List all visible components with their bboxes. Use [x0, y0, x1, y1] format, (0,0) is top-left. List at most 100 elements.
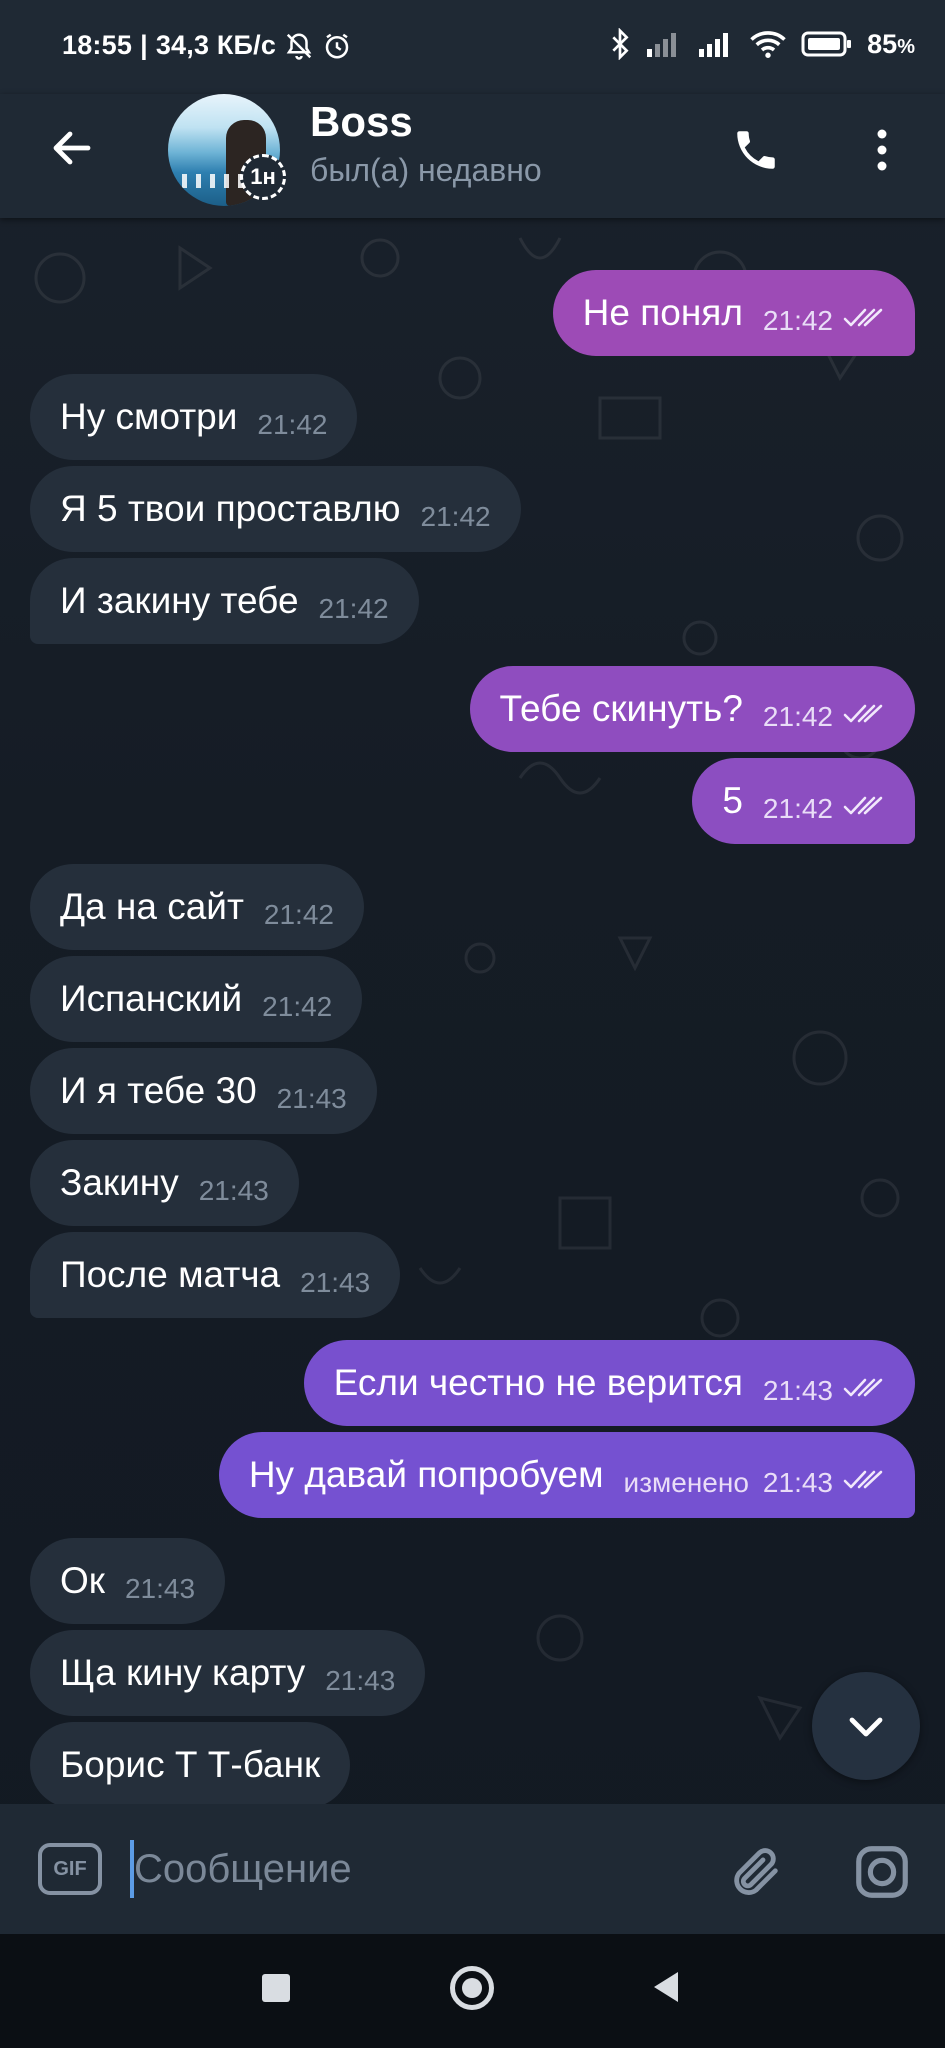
- double-check-icon: [841, 793, 885, 825]
- message-meta: 21:42: [763, 305, 885, 337]
- status-left: 18:55 | 34,3 КБ/с: [62, 30, 352, 61]
- arrow-left-icon: [53, 131, 91, 165]
- auto-delete-timer-badge: 1н: [240, 154, 286, 200]
- outgoing-message[interactable]: Если честно не верится 21:43: [303, 1340, 915, 1426]
- message-text: Тебе скинуть?: [499, 688, 743, 729]
- alarm-icon: [325, 33, 349, 58]
- message-text: Не понял: [582, 292, 743, 333]
- chat-header: 1н Boss был(а) недавно: [0, 94, 945, 218]
- bluetooth-icon: [612, 28, 629, 60]
- double-check-icon: [841, 305, 885, 337]
- message-text: И закину тебе: [60, 580, 299, 621]
- signal-2-icon: [699, 33, 729, 57]
- message-meta: 21:43: [125, 1573, 195, 1605]
- edited-label: изменено: [623, 1467, 749, 1498]
- call-button[interactable]: [722, 116, 790, 184]
- system-navigation-bar: [0, 1934, 945, 2048]
- message-text: Ну смотри: [60, 396, 238, 437]
- attach-button[interactable]: [722, 1838, 790, 1906]
- scroll-down-button[interactable]: [812, 1672, 920, 1780]
- message-time: 21:43: [762, 1375, 833, 1406]
- status-bar: 18:55 | 34,3 КБ/с 85%: [0, 0, 945, 94]
- battery-icon: [801, 31, 852, 57]
- outgoing-message[interactable]: 5 21:42: [692, 758, 915, 844]
- message-text: Я 5 твои проставлю: [60, 488, 401, 529]
- message-text: Да на сайт: [60, 886, 244, 927]
- dots-vertical-icon: [877, 129, 887, 171]
- message-time: 21:42: [318, 593, 389, 624]
- message-time: 21:43: [762, 1467, 833, 1498]
- message-meta: 21:42: [257, 409, 327, 441]
- message-text: Закину: [60, 1162, 179, 1203]
- status-right: 85%: [609, 28, 915, 60]
- outgoing-message[interactable]: Не понял 21:42: [552, 270, 915, 356]
- message-meta: 21:42: [319, 593, 389, 625]
- message-list[interactable]: Ну чё21:42Не понял21:42Ну смотри21:42Я 5…: [0, 218, 945, 1804]
- message-input[interactable]: [130, 1832, 694, 1906]
- home-dot: [462, 1978, 482, 1998]
- more-menu-button[interactable]: [856, 116, 908, 184]
- text-caret: [130, 1840, 134, 1898]
- message-text: И я тебе 30: [60, 1070, 257, 1111]
- outgoing-message[interactable]: Тебе скинуть? 21:42: [469, 666, 915, 752]
- incoming-message[interactable]: Закину 21:43: [30, 1140, 299, 1226]
- message-text: 5: [722, 780, 743, 821]
- message-text: Испанский: [60, 978, 243, 1019]
- incoming-message[interactable]: И я тебе 30 21:43: [30, 1048, 377, 1134]
- paperclip-icon: [734, 1848, 778, 1895]
- incoming-message[interactable]: Испанский 21:42: [30, 956, 363, 1042]
- recent-apps-button[interactable]: [262, 1974, 290, 2002]
- message-text: Ну давай попробуем: [248, 1454, 604, 1495]
- message-meta: 21:42: [763, 793, 885, 825]
- message-text: Ок: [60, 1560, 105, 1601]
- incoming-message[interactable]: Да на сайт 21:42: [30, 864, 364, 950]
- nav-back-button[interactable]: [650, 1970, 680, 2004]
- status-network-speed: 34,3 КБ/с: [155, 30, 277, 60]
- incoming-message[interactable]: Ок 21:43: [30, 1538, 226, 1624]
- incoming-message[interactable]: Борис Т Т-банк: [30, 1722, 351, 1804]
- phone-icon: [737, 131, 775, 169]
- back-button[interactable]: [40, 116, 104, 180]
- message-meta: изменено 21:43: [624, 1467, 885, 1499]
- double-check-icon: [841, 1467, 885, 1499]
- message-time: 21:43: [276, 1083, 347, 1114]
- home-button[interactable]: [450, 1966, 494, 2010]
- message-meta: 21:42: [262, 991, 332, 1023]
- incoming-message[interactable]: И закину тебе 21:42: [30, 558, 419, 644]
- double-check-icon: [841, 1375, 885, 1407]
- message-meta: 21:42: [264, 899, 334, 931]
- message-text: Борис Т Т-банк: [60, 1744, 321, 1785]
- incoming-message[interactable]: Ща кину карту 21:43: [30, 1630, 426, 1716]
- incoming-message[interactable]: Ну смотри 21:42: [30, 374, 358, 460]
- message-meta: 21:43: [277, 1083, 347, 1115]
- message-time: 21:43: [325, 1665, 396, 1696]
- status-time: 18:55: [62, 30, 133, 60]
- telegram-chat-screen: 18:55 | 34,3 КБ/с 85% 1н Boss был(а) нед…: [0, 0, 945, 2048]
- message-text: Ща кину карту: [60, 1652, 306, 1693]
- outgoing-message[interactable]: Ну давай попробуем изменено 21:43: [218, 1432, 915, 1518]
- incoming-message[interactable]: После матча 21:43: [30, 1232, 401, 1318]
- incoming-message[interactable]: Я 5 твои проставлю 21:42: [30, 466, 521, 552]
- message-time: 21:42: [762, 305, 833, 336]
- double-check-icon: [841, 701, 885, 733]
- contact-avatar[interactable]: 1н: [168, 94, 286, 206]
- signal-1-icon: [647, 33, 677, 57]
- message-time: 21:43: [198, 1175, 269, 1206]
- message-time: 21:42: [262, 991, 333, 1022]
- gif-button[interactable]: GIF: [36, 1842, 104, 1896]
- camera-button[interactable]: [848, 1838, 916, 1906]
- message-time: 21:42: [420, 501, 491, 532]
- message-time: 21:42: [762, 793, 833, 824]
- contact-name[interactable]: Boss: [310, 98, 413, 146]
- bell-off-icon: [286, 32, 312, 60]
- battery-percent: 85%: [867, 28, 915, 59]
- message-meta: 21:43: [763, 1375, 885, 1407]
- message-meta: 21:43: [300, 1267, 370, 1299]
- message-time: 21:43: [124, 1573, 196, 1604]
- message-meta: 21:42: [763, 701, 885, 733]
- message-time: 21:43: [300, 1267, 371, 1298]
- message-meta: 21:43: [325, 1665, 395, 1697]
- camera-icon: [856, 1846, 908, 1898]
- status-separator: |: [140, 30, 148, 60]
- chevron-down-icon: [849, 1717, 883, 1737]
